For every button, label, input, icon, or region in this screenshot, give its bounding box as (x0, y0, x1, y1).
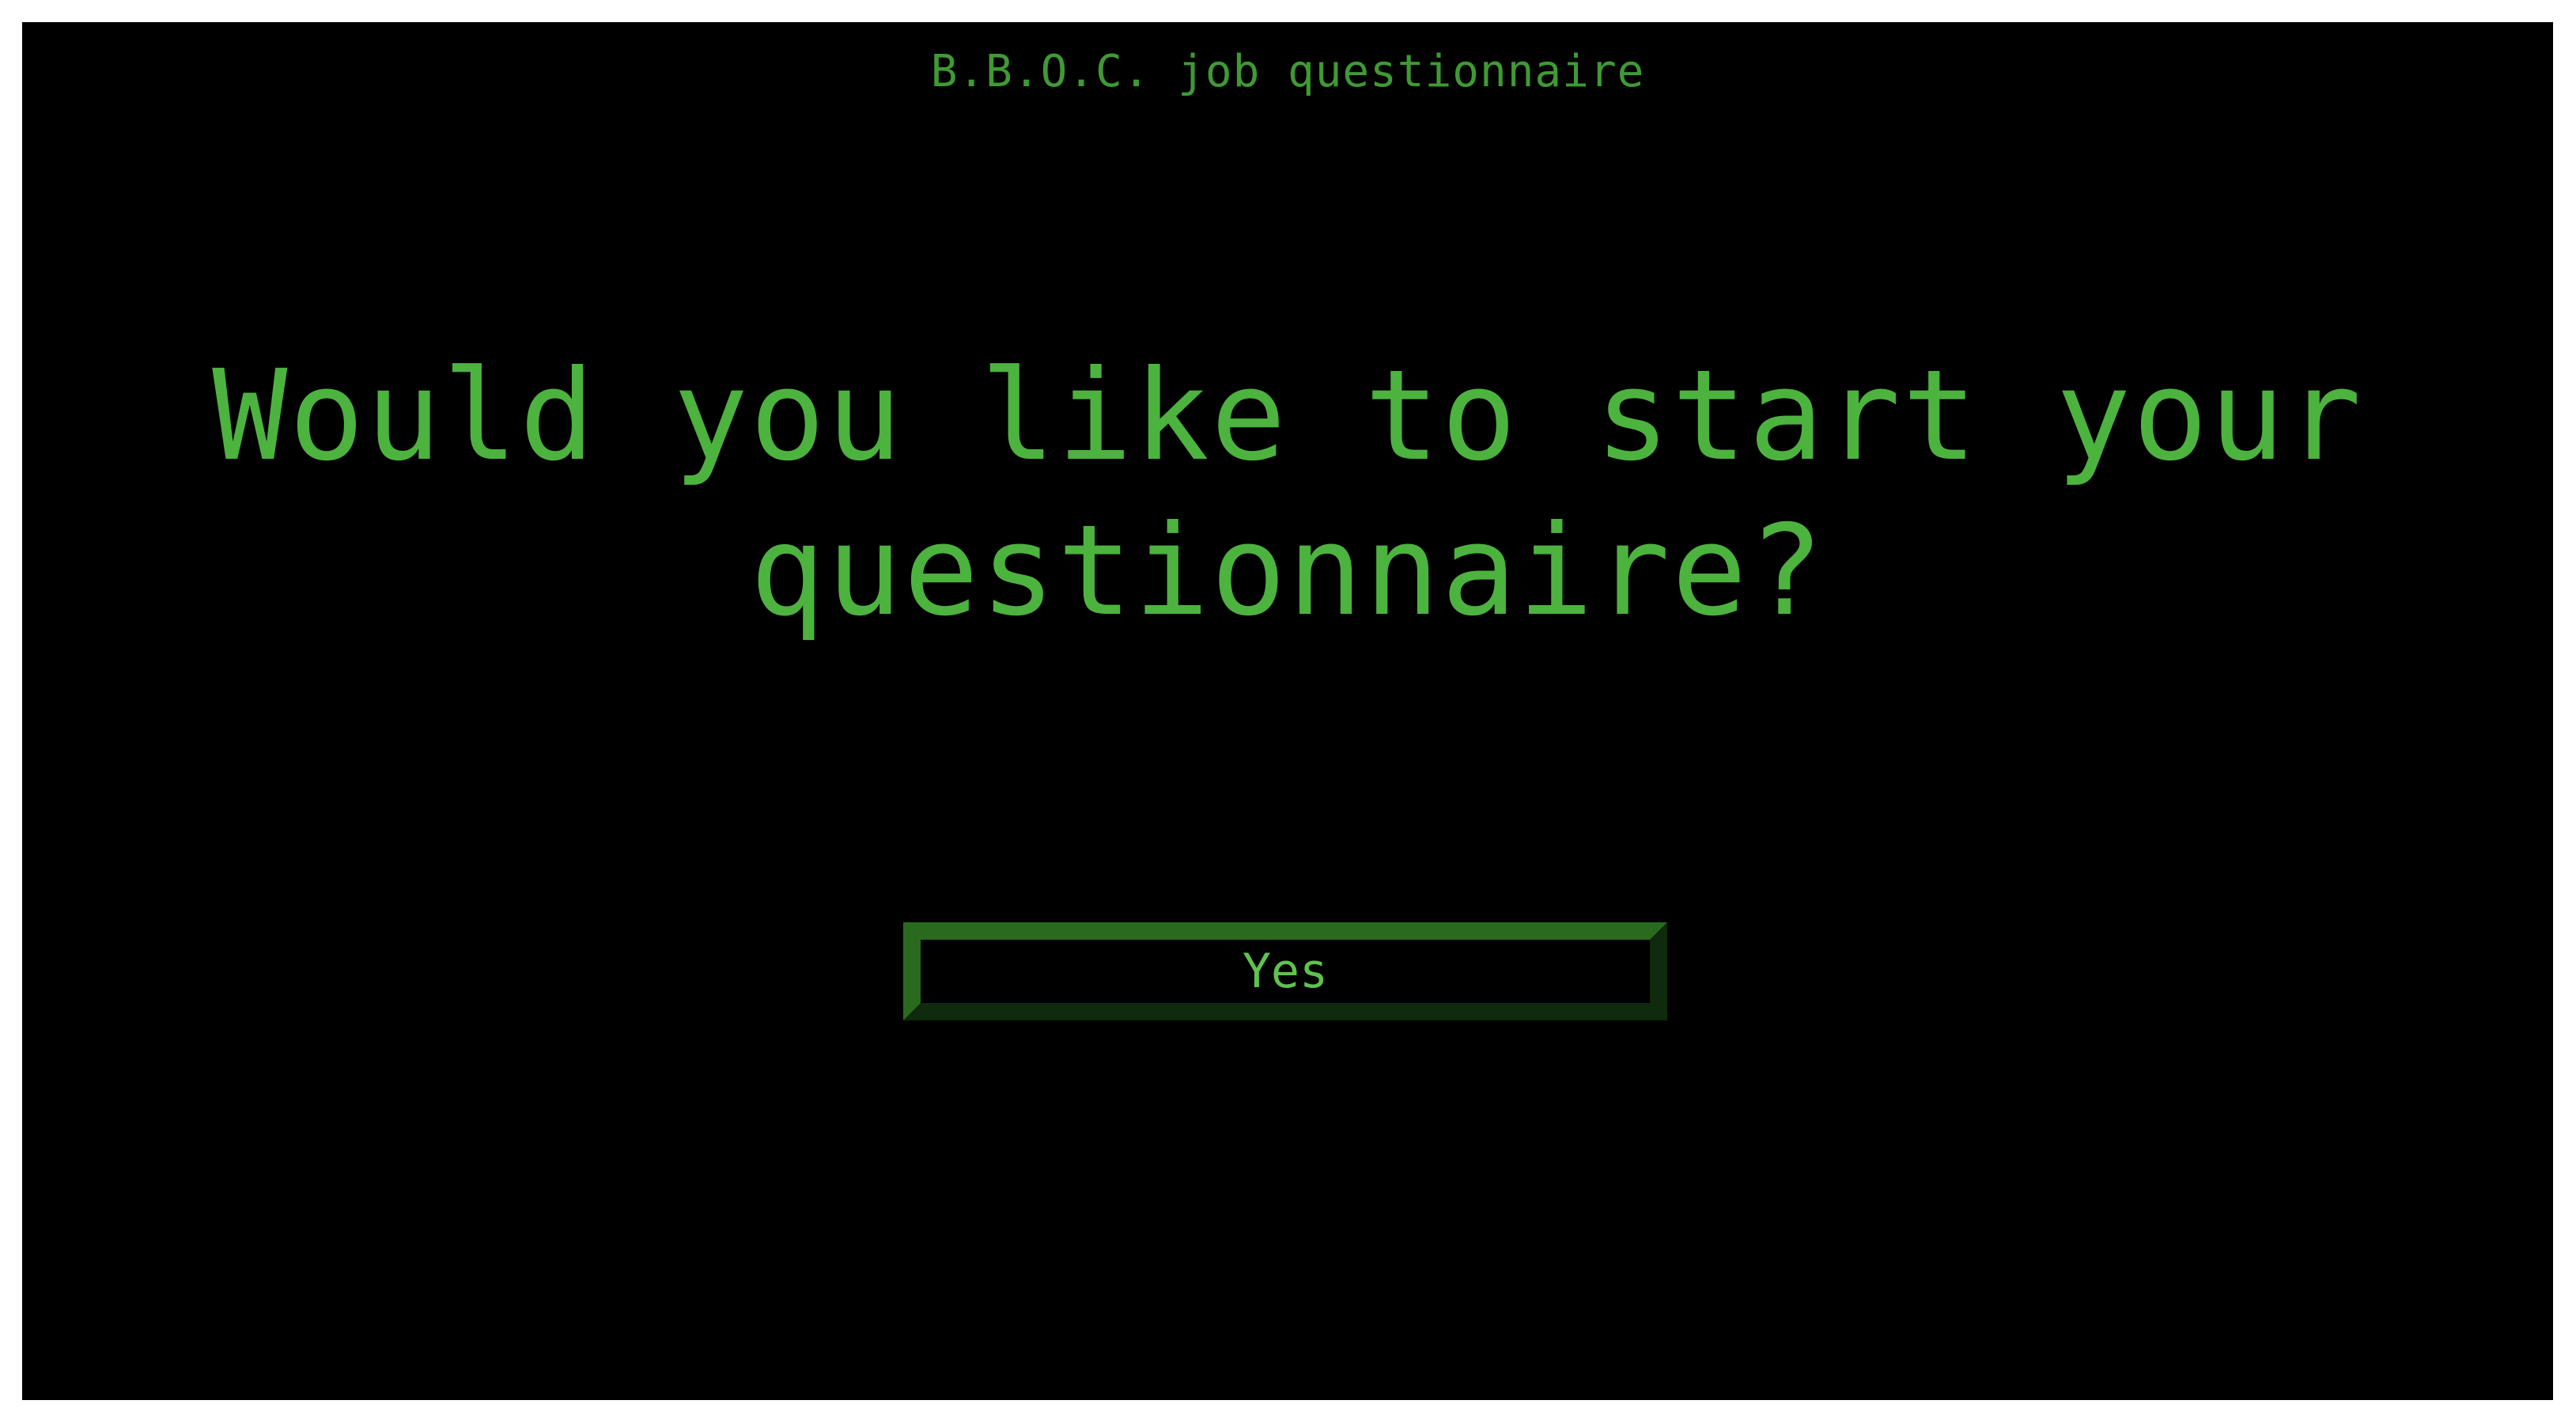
app-title: B.B.O.C. job questionnaire (930, 46, 1645, 97)
yes-button-label: Yes (1242, 944, 1329, 999)
yes-button[interactable]: Yes (903, 922, 1667, 1020)
question-text: Would you like to start your questionnai… (212, 343, 2363, 644)
app-window: B.B.O.C. job questionnaire Would you lik… (22, 22, 2553, 1400)
